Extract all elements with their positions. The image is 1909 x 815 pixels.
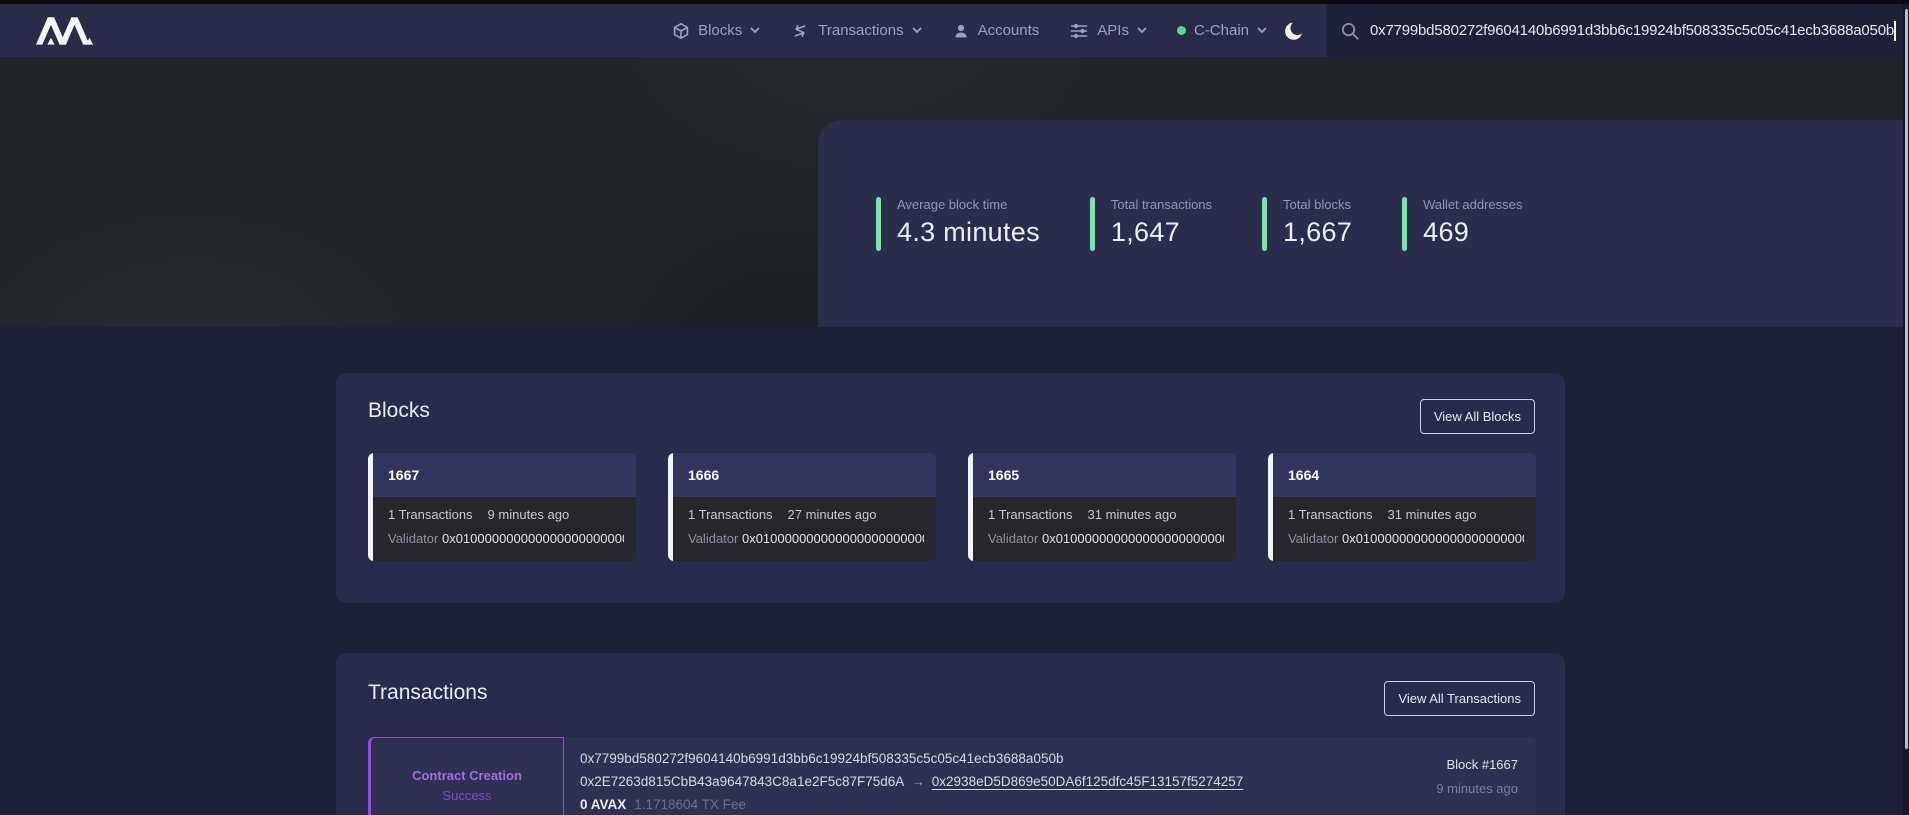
chevron-down-icon xyxy=(912,27,922,34)
top-nav: Blocks Transactions Accounts xyxy=(0,4,1909,57)
chevron-down-icon xyxy=(750,27,760,34)
block-cards-row: 1667 1 Transactions 9 minutes ago Valida… xyxy=(368,453,1536,561)
transaction-age: 9 minutes ago xyxy=(1436,781,1518,796)
nav-chain-label: C-Chain xyxy=(1194,22,1249,39)
block-number: 1664 xyxy=(1273,453,1536,497)
nav-apis[interactable]: APIs xyxy=(1069,22,1147,40)
block-tx-count: 1 Transactions xyxy=(388,507,473,522)
hero-banner: Average block time 4.3 minutes Total tra… xyxy=(0,57,1909,327)
nav-blocks[interactable]: Blocks xyxy=(672,22,760,40)
stat-wallet-addresses: Wallet addresses 469 xyxy=(1402,197,1522,251)
nav-blocks-label: Blocks xyxy=(698,22,742,39)
avalanche-logo-icon xyxy=(36,16,94,46)
validator-label: Validator xyxy=(388,531,438,546)
block-tx-count: 1 Transactions xyxy=(1288,507,1373,522)
transaction-details: 0x7799bd580272f9604140b6991d3bb6c19924bf… xyxy=(564,737,1424,815)
block-number: 1666 xyxy=(673,453,936,497)
nav-apis-label: APIs xyxy=(1097,22,1129,39)
stat-value: 1,667 xyxy=(1283,217,1352,248)
swap-arrows-icon xyxy=(790,21,810,41)
page-scrollbar xyxy=(1903,4,1909,815)
transaction-amount: 0 AVAX xyxy=(580,797,626,812)
block-age: 31 minutes ago xyxy=(1088,507,1177,522)
blocks-section: Blocks View All Blocks 1667 1 Transactio… xyxy=(336,373,1565,603)
search-input-value: 0x7799bd580272f9604140b6991d3bb6c19924bf… xyxy=(1370,22,1894,39)
validator-label: Validator xyxy=(1288,531,1338,546)
stat-label: Total transactions xyxy=(1111,197,1212,212)
nav-accounts-label: Accounts xyxy=(978,22,1040,39)
nav-transactions[interactable]: Transactions xyxy=(790,21,921,41)
stat-total-blocks: Total blocks 1,667 xyxy=(1262,197,1352,251)
arrow-right-icon: → xyxy=(911,774,925,789)
chain-status-dot xyxy=(1177,26,1186,35)
block-number: 1665 xyxy=(973,453,1236,497)
scrollbar-thumb[interactable] xyxy=(1905,9,1908,749)
nav-chain-selector[interactable]: C-Chain xyxy=(1177,22,1267,39)
network-stats-panel: Average block time 4.3 minutes Total tra… xyxy=(818,120,1909,327)
block-age: 27 minutes ago xyxy=(788,507,877,522)
validator-address: 0x010000000000000000000000... xyxy=(742,531,924,546)
dark-mode-toggle[interactable] xyxy=(1283,20,1305,42)
transaction-to-address[interactable]: 0x2938eD5D869e50DA6f125dfc45F13157f52742… xyxy=(932,774,1244,789)
block-card[interactable]: 1665 1 Transactions 31 minutes ago Valid… xyxy=(968,453,1236,561)
block-number: 1667 xyxy=(373,453,636,497)
stat-value: 1,647 xyxy=(1111,217,1212,248)
nav-accounts[interactable]: Accounts xyxy=(952,22,1040,40)
transactions-title: Transactions xyxy=(368,681,487,705)
transaction-block-number: Block #1667 xyxy=(1436,757,1518,772)
text-caret xyxy=(1894,21,1896,41)
avalanche-logo[interactable] xyxy=(36,16,94,46)
block-card[interactable]: 1667 1 Transactions 9 minutes ago Valida… xyxy=(368,453,636,561)
stat-label: Average block time xyxy=(897,197,1040,212)
stat-label: Total blocks xyxy=(1283,197,1352,212)
stat-average-block-time: Average block time 4.3 minutes xyxy=(876,197,1040,251)
search-input[interactable]: 0x7799bd580272f9604140b6991d3bb6c19924bf… xyxy=(1327,4,1909,57)
nav-menu: Blocks Transactions Accounts xyxy=(672,21,1267,41)
block-tx-count: 1 Transactions xyxy=(988,507,1073,522)
tune-icon xyxy=(1069,22,1089,40)
validator-address: 0x010000000000000000000000... xyxy=(1342,531,1524,546)
transaction-row[interactable]: Contract Creation Success 0x7799bd580272… xyxy=(368,737,1536,815)
block-age: 9 minutes ago xyxy=(488,507,570,522)
stat-value: 469 xyxy=(1423,217,1522,248)
moon-icon xyxy=(1283,20,1305,42)
block-age: 31 minutes ago xyxy=(1388,507,1477,522)
stat-total-transactions: Total transactions 1,647 xyxy=(1090,197,1212,251)
block-tx-count: 1 Transactions xyxy=(688,507,773,522)
transaction-from-address: 0x2E7263d815CbB43a9647843C8a1e2F5c87F75d… xyxy=(580,774,904,789)
person-icon xyxy=(952,22,970,40)
validator-label: Validator xyxy=(688,531,738,546)
transaction-block-info: Block #1667 9 minutes ago xyxy=(1424,737,1536,815)
stat-accent-bar xyxy=(1262,197,1267,251)
block-card[interactable]: 1664 1 Transactions 31 minutes ago Valid… xyxy=(1268,453,1536,561)
stat-accent-bar xyxy=(1090,197,1095,251)
chevron-down-icon xyxy=(1257,27,1267,34)
view-all-blocks-button[interactable]: View All Blocks xyxy=(1420,399,1535,434)
nav-transactions-label: Transactions xyxy=(818,22,903,39)
transaction-status-box: Contract Creation Success xyxy=(368,737,564,815)
cube-icon xyxy=(672,22,690,40)
stat-accent-bar xyxy=(876,197,881,251)
stat-value: 4.3 minutes xyxy=(897,217,1040,248)
transaction-status: Success xyxy=(442,788,491,803)
validator-label: Validator xyxy=(988,531,1038,546)
blocks-title: Blocks xyxy=(368,399,430,423)
stat-accent-bar xyxy=(1402,197,1407,251)
validator-address: 0x010000000000000000000000... xyxy=(442,531,624,546)
blocks-section-header: Blocks View All Blocks xyxy=(336,373,1565,434)
block-card[interactable]: 1666 1 Transactions 27 minutes ago Valid… xyxy=(668,453,936,561)
view-all-transactions-button[interactable]: View All Transactions xyxy=(1384,681,1535,716)
transaction-type: Contract Creation xyxy=(412,768,522,783)
transaction-hash: 0x7799bd580272f9604140b6991d3bb6c19924bf… xyxy=(580,751,1424,767)
chevron-down-icon xyxy=(1137,27,1147,34)
transaction-fee: 1.1718604 TX Fee xyxy=(634,797,746,812)
search-icon xyxy=(1340,21,1360,41)
validator-address: 0x010000000000000000000000... xyxy=(1042,531,1224,546)
transactions-section: Transactions View All Transactions Contr… xyxy=(336,653,1565,815)
transactions-section-header: Transactions View All Transactions xyxy=(336,653,1565,716)
stat-label: Wallet addresses xyxy=(1423,197,1522,212)
